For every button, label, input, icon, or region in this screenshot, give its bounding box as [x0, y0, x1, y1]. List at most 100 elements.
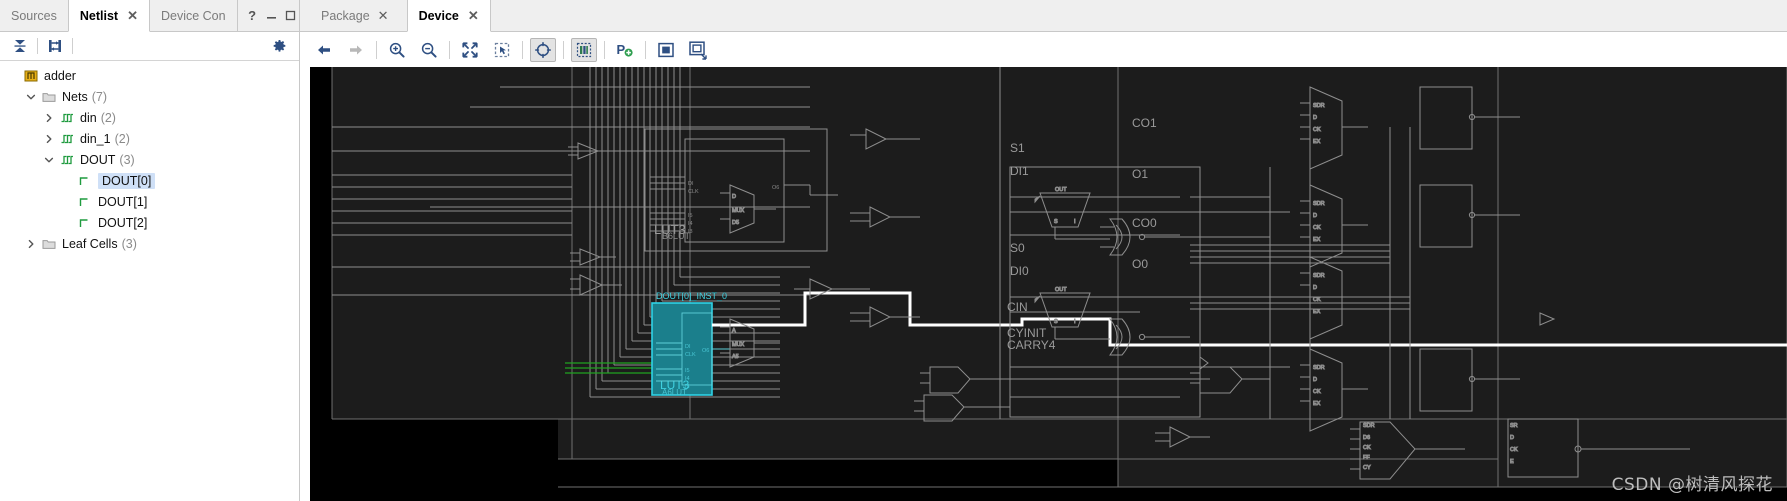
- svg-text:FF: FF: [1363, 455, 1370, 461]
- tree-row[interactable]: Nets (7): [0, 86, 299, 107]
- gear-icon[interactable]: [267, 35, 291, 57]
- show-routing-button[interactable]: [571, 37, 597, 62]
- svg-text:MUX: MUX: [732, 342, 745, 348]
- tab-package-close-icon[interactable]: ✕: [370, 9, 396, 22]
- svg-text:D: D: [1313, 115, 1317, 121]
- tree-item-count: (2): [100, 110, 116, 125]
- svg-text:I4: I4: [688, 221, 693, 227]
- autofit-selection-button[interactable]: [530, 37, 556, 62]
- tree-row[interactable]: Leaf Cells (3): [0, 233, 299, 254]
- tree-item-count: (3): [119, 152, 135, 167]
- netlist-panel-tabstrip: Sources Netlist ✕ Device Con ?: [0, 0, 314, 32]
- tree-row-label-wrap: DOUT (3): [80, 153, 135, 167]
- svg-text:DI: DI: [688, 181, 694, 187]
- device-schematic[interactable]: .w { stroke:#8e8e8e; stroke-width:1; fil…: [310, 67, 1787, 501]
- tree-row[interactable]: din (2): [0, 107, 299, 128]
- tree-row-label-wrap: Nets (7): [62, 90, 107, 104]
- tab-package[interactable]: Package ✕: [310, 0, 407, 31]
- highlight-paths-button[interactable]: P: [612, 38, 638, 62]
- tree-row-label-wrap: DOUT[1]: [98, 195, 147, 209]
- svg-text:D: D: [1313, 285, 1317, 291]
- draw-net-button[interactable]: [685, 38, 711, 62]
- tab-device-close-icon[interactable]: ✕: [459, 9, 486, 22]
- svg-text:MUX: MUX: [732, 208, 745, 214]
- collapse-all-icon[interactable]: [8, 35, 32, 57]
- svg-text:D: D: [1510, 435, 1514, 441]
- zoom-in-button[interactable]: [384, 38, 410, 62]
- signal-icon: [76, 216, 94, 230]
- tree-item-label: din_1: [80, 131, 111, 146]
- zoom-area-button[interactable]: [489, 38, 515, 62]
- net-label: CIN: [1007, 300, 1028, 314]
- svg-text:EX: EX: [1313, 309, 1321, 315]
- tab-device-constraints[interactable]: Device Con: [149, 0, 237, 31]
- tree-row[interactable]: DOUT (3): [0, 149, 299, 170]
- svg-text:D: D: [1313, 377, 1317, 383]
- svg-text:A: A: [732, 328, 736, 334]
- tab-device[interactable]: Device ✕: [406, 0, 491, 32]
- show-nets-button[interactable]: [653, 38, 679, 62]
- tree-item-label: DOUT[2]: [98, 215, 148, 230]
- zoom-out-button[interactable]: [416, 38, 442, 62]
- tree-item-label: DOUT[0]: [102, 173, 152, 188]
- tree-row[interactable]: DOUT[2]: [0, 212, 299, 233]
- chevron-down-icon[interactable]: [40, 155, 58, 165]
- tree-row[interactable]: DOUT[1]: [0, 191, 299, 212]
- net-label: CO1: [1132, 116, 1157, 130]
- forward-button[interactable]: [343, 38, 369, 62]
- svg-text:I5: I5: [685, 368, 690, 374]
- netlist-toolbar: [0, 32, 299, 61]
- net-label: O1: [1132, 167, 1148, 181]
- help-icon[interactable]: ?: [244, 7, 261, 24]
- svg-text:S: S: [1054, 219, 1058, 225]
- svg-text:D6: D6: [1363, 435, 1370, 441]
- svg-text:OUT: OUT: [1055, 187, 1067, 193]
- net-icon: [58, 153, 76, 167]
- folder-icon: [40, 90, 58, 104]
- minimize-icon[interactable]: [263, 7, 280, 24]
- svg-text:SR: SR: [1510, 423, 1518, 429]
- vivado-window: Sources Netlist ✕ Device Con ? adder Net…: [0, 0, 1787, 501]
- device-view-toolbar: P: [300, 32, 1787, 67]
- chevron-right-icon[interactable]: [40, 134, 58, 144]
- tab-device-constraints-label: Device Con: [160, 8, 226, 23]
- chevron-right-icon[interactable]: [22, 239, 40, 249]
- svg-text:I5: I5: [688, 213, 693, 219]
- zoom-fit-button[interactable]: [457, 38, 483, 62]
- device-view-panel: Package ✕ Device ✕ P DI CLK I5 I4 I3 O6 …: [300, 0, 1787, 501]
- tree-row[interactable]: din_1 (2): [0, 128, 299, 149]
- svg-text:CK: CK: [1313, 225, 1321, 231]
- svg-text:E: E: [1510, 459, 1514, 465]
- tab-netlist-close-icon[interactable]: ✕: [118, 9, 145, 22]
- tab-sources[interactable]: Sources: [0, 0, 68, 31]
- svg-text:CLK: CLK: [688, 189, 699, 195]
- svg-text:CK: CK: [1313, 127, 1321, 133]
- signal-icon: [76, 174, 94, 188]
- tree-item-label: adder: [44, 68, 76, 83]
- svg-text:A6LUT: A6LUT: [662, 388, 687, 397]
- tree-row[interactable]: DOUT[0]: [0, 170, 299, 191]
- toolbar-separator-2: [449, 40, 450, 59]
- net-label: DI0: [1010, 264, 1029, 278]
- tree-item-count: (3): [121, 236, 137, 251]
- tree-row-label-wrap: DOUT[0]: [98, 172, 156, 189]
- svg-text:DI: DI: [685, 344, 691, 350]
- netlist-tree[interactable]: adder Nets (7) din (2) din_1 (2) DOUT (3) DOUT[0]…: [0, 61, 299, 501]
- chevron-right-icon[interactable]: [40, 113, 58, 123]
- tree-row[interactable]: adder: [0, 65, 299, 86]
- tree-row-label-wrap: din (2): [80, 111, 116, 125]
- chevron-down-icon[interactable]: [22, 92, 40, 102]
- device-canvas[interactable]: .w { stroke:#8e8e8e; stroke-width:1; fil…: [310, 67, 1787, 501]
- svg-text:SDR: SDR: [1313, 201, 1325, 207]
- tree-item-label: Nets: [62, 89, 88, 104]
- tree-item-count: (2): [114, 131, 130, 146]
- maximize-icon[interactable]: [282, 7, 299, 24]
- svg-text:O6: O6: [702, 348, 709, 354]
- svg-text:P: P: [617, 42, 626, 57]
- svg-text:A5: A5: [732, 354, 739, 360]
- tab-netlist[interactable]: Netlist ✕: [67, 0, 150, 32]
- folder-icon: [40, 237, 58, 251]
- back-button[interactable]: [311, 38, 337, 62]
- svg-text:OUT: OUT: [1055, 287, 1067, 293]
- expand-hierarchy-icon[interactable]: [43, 35, 67, 57]
